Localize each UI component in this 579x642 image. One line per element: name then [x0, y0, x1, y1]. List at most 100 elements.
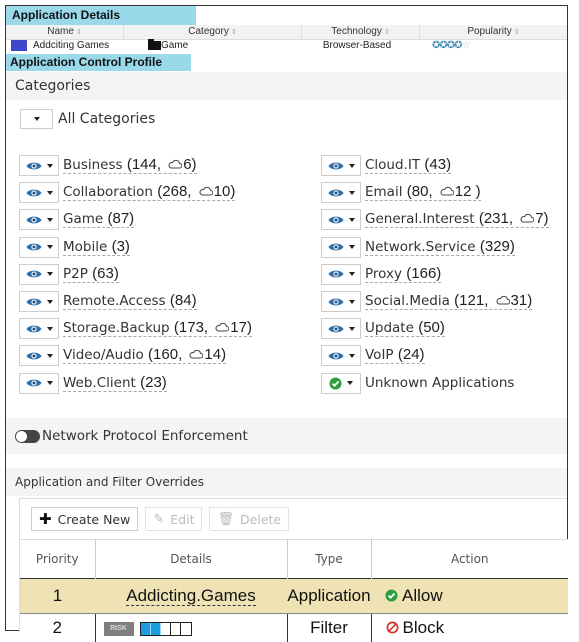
category-action-dropdown[interactable]	[19, 264, 59, 285]
check-circle-icon	[385, 589, 398, 602]
priority-cell: 2	[20, 614, 95, 642]
category-label[interactable]: Social.Media (121, 31)	[365, 293, 532, 310]
type-cell: Application	[287, 579, 371, 614]
category-count: (43)	[424, 156, 451, 173]
category-name: VoIP	[365, 347, 394, 363]
category-name: Storage.Backup	[63, 320, 170, 336]
chevron-down-icon	[47, 245, 53, 249]
categories-left-column: Business (144, 6) Collaboration (268, 10)…	[19, 152, 252, 397]
eye-icon	[328, 215, 344, 225]
column-header-action[interactable]: Action	[371, 540, 568, 579]
category-count: (144,	[127, 156, 165, 173]
category-count: (23)	[140, 374, 167, 391]
category-name: P2P	[63, 266, 88, 282]
chevron-down-icon	[349, 191, 355, 195]
category-action-dropdown[interactable]	[321, 155, 361, 176]
category-name: Email	[365, 184, 402, 200]
delete-button[interactable]: 🗑Delete	[209, 507, 289, 531]
app-name-cell: Addciting Games	[6, 40, 124, 54]
table-row[interactable]: 2 RISK Filter Block	[20, 614, 568, 642]
category-label[interactable]: Network.Service (329)	[365, 239, 515, 256]
network-protocol-enforcement-toggle[interactable]	[15, 430, 40, 443]
category-action-dropdown[interactable]	[19, 373, 59, 394]
chevron-down-icon	[349, 218, 355, 222]
category-action-dropdown[interactable]	[19, 209, 59, 230]
column-header-technology[interactable]: Technology⇕	[302, 25, 420, 39]
column-header-details[interactable]: Details	[95, 540, 287, 579]
eye-icon	[26, 242, 42, 252]
risk-segment	[171, 623, 181, 635]
category-action-dropdown[interactable]	[321, 264, 361, 285]
chevron-down-icon	[47, 381, 53, 385]
category-label[interactable]: General.Interest (231, 7)	[365, 211, 549, 228]
category-label[interactable]: Web.Client (23)	[63, 375, 167, 392]
category-label[interactable]: Mobile (3)	[63, 239, 130, 256]
category-name: Update	[365, 320, 414, 336]
category-action-dropdown[interactable]	[19, 318, 59, 339]
star-filled-icon: ✪	[454, 40, 461, 51]
popularity-stars: ✪✪✪✪☆	[420, 40, 567, 54]
table-row[interactable]: 1 Addicting.Games Application Allow	[20, 579, 568, 614]
column-header-category[interactable]: Category⇕	[124, 25, 302, 39]
category-count: (84)	[170, 292, 197, 309]
category-action-dropdown[interactable]	[19, 182, 59, 203]
chevron-down-icon	[34, 117, 40, 121]
category-item: Proxy (166)	[321, 261, 549, 288]
category-name: Collaboration	[63, 184, 153, 200]
category-action-dropdown[interactable]	[321, 182, 361, 203]
application-link[interactable]: Addicting.Games	[126, 587, 255, 606]
category-action-dropdown[interactable]	[19, 237, 59, 258]
column-header-type[interactable]: Type	[287, 540, 371, 579]
category-action-dropdown[interactable]	[321, 373, 361, 394]
all-categories-control: All Categories	[20, 109, 155, 129]
risk-segment	[181, 623, 191, 635]
category-label[interactable]: Business (144, 6)	[63, 157, 197, 174]
all-categories-dropdown[interactable]	[20, 109, 53, 129]
category-cloud-count: 12 )	[455, 183, 481, 200]
category-label[interactable]: Collaboration (268, 10)	[63, 184, 235, 201]
column-header-name[interactable]: Name⇕	[6, 25, 124, 39]
cloud-icon	[215, 322, 229, 332]
category-count: (268,	[157, 183, 195, 200]
category-label[interactable]: VoIP (24)	[365, 347, 425, 364]
category-action-dropdown[interactable]	[321, 209, 361, 230]
category-label[interactable]: Game (87)	[63, 211, 134, 228]
category-label[interactable]: Email (80, 12 )	[365, 184, 481, 201]
category-action-dropdown[interactable]	[19, 345, 59, 366]
category-action-dropdown[interactable]	[321, 318, 361, 339]
category-label[interactable]: Video/Audio (160, 14)	[63, 347, 226, 364]
category-label[interactable]: P2P (63)	[63, 266, 119, 283]
category-action-dropdown[interactable]	[19, 291, 59, 312]
category-name: General.Interest	[365, 211, 475, 227]
action-cell: Allow	[371, 579, 568, 614]
priority-cell: 1	[20, 579, 95, 614]
category-label[interactable]: Update (50)	[365, 320, 445, 337]
category-label[interactable]: Storage.Backup (173, 17)	[63, 320, 252, 337]
category-count: (173,	[174, 319, 212, 336]
category-item: Game (87)	[19, 206, 252, 233]
eye-icon	[328, 269, 344, 279]
category-action-dropdown[interactable]	[321, 291, 361, 312]
category-item: Business (144, 6)	[19, 152, 252, 179]
category-action-dropdown[interactable]	[19, 155, 59, 176]
edit-button[interactable]: ✎Edit	[145, 507, 202, 531]
category-label[interactable]: Proxy (166)	[365, 266, 441, 283]
category-cloud-count: 31)	[511, 292, 533, 309]
create-new-button[interactable]: ✚Create New	[31, 507, 138, 531]
eye-icon	[328, 242, 344, 252]
category-label[interactable]: Remote.Access (84)	[63, 293, 197, 310]
category-action-dropdown[interactable]	[321, 345, 361, 366]
eye-icon	[328, 161, 344, 171]
cloud-icon	[168, 159, 182, 169]
category-count: (80,	[407, 183, 437, 200]
app-control-profile-title: Application Control Profile	[6, 54, 191, 71]
category-label[interactable]: Cloud.IT (43)	[365, 157, 451, 174]
category-item: Mobile (3)	[19, 234, 252, 261]
category-action-dropdown[interactable]	[321, 237, 361, 258]
column-header-popularity[interactable]: Popularity⇕	[420, 25, 567, 39]
category-name: Mobile	[63, 239, 107, 255]
column-header-priority[interactable]: Priority	[20, 540, 95, 579]
chevron-down-icon	[47, 191, 53, 195]
eye-icon	[26, 378, 42, 388]
category-count: (24)	[398, 346, 425, 363]
